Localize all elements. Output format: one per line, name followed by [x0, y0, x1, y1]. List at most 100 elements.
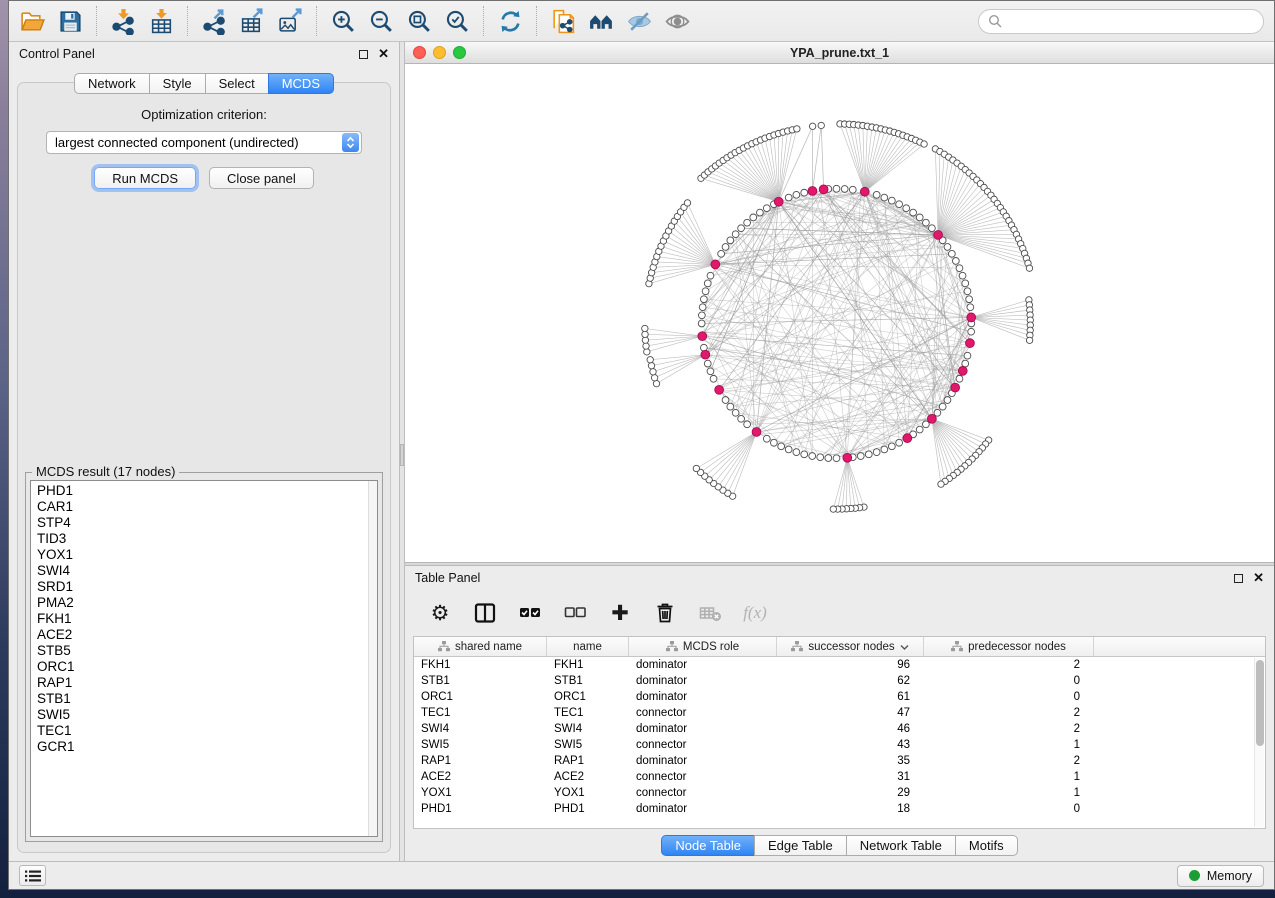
table-cell[interactable]: 18	[777, 801, 924, 817]
table-cell[interactable]: connector	[629, 705, 777, 721]
table-row[interactable]: SWI4SWI4dominator462	[414, 721, 1265, 737]
network-node[interactable]	[653, 380, 659, 386]
mcds-result-item[interactable]: ORC1	[31, 659, 377, 675]
zoom-out-button[interactable]	[362, 3, 400, 39]
table-cell[interactable]: 1	[924, 785, 1094, 801]
mcds-result-item[interactable]: SRD1	[31, 579, 377, 595]
refresh-view-button[interactable]	[491, 3, 529, 39]
table-cell[interactable]: FKH1	[547, 657, 629, 673]
network-node[interactable]	[817, 454, 824, 461]
network-node[interactable]	[962, 280, 969, 287]
table-cell[interactable]: SWI4	[414, 721, 547, 737]
table-row[interactable]: YOX1YOX1connector291	[414, 785, 1265, 801]
table-cell[interactable]: PHD1	[547, 801, 629, 817]
network-node[interactable]	[700, 296, 707, 303]
table-cell[interactable]: 43	[777, 737, 924, 753]
control-panel-float-button[interactable]	[359, 50, 368, 59]
table-settings-button[interactable]: ⚙	[425, 598, 455, 628]
network-node[interactable]	[873, 449, 880, 456]
network-node[interactable]	[642, 331, 648, 337]
tab-style[interactable]: Style	[149, 73, 206, 94]
network-node[interactable]	[1026, 265, 1032, 271]
network-node[interactable]	[910, 209, 917, 216]
network-node[interactable]	[873, 191, 880, 198]
mcds-hub-node[interactable]	[774, 197, 783, 206]
table-panel-close-button[interactable]: ✕	[1253, 573, 1264, 583]
network-node[interactable]	[966, 296, 973, 303]
mcds-hub-node[interactable]	[958, 366, 967, 375]
table-cell[interactable]: 0	[924, 801, 1094, 817]
mcds-list-scrollbar[interactable]	[368, 481, 377, 836]
mcds-result-item[interactable]: CAR1	[31, 499, 377, 515]
network-node[interactable]	[727, 403, 734, 410]
table-cell[interactable]: dominator	[629, 657, 777, 673]
table-row[interactable]: ACE2ACE2connector311	[414, 769, 1265, 785]
network-node[interactable]	[830, 506, 836, 512]
table-cell[interactable]: 1	[924, 737, 1094, 753]
table-cell[interactable]: 31	[777, 769, 924, 785]
network-node[interactable]	[962, 360, 969, 367]
network-node[interactable]	[921, 141, 927, 147]
network-node[interactable]	[793, 449, 800, 456]
table-panel-float-button[interactable]	[1234, 574, 1243, 583]
table-cell[interactable]: ORC1	[547, 689, 629, 705]
table-cell[interactable]: 46	[777, 721, 924, 737]
network-node[interactable]	[763, 435, 770, 442]
column-header-name[interactable]: name	[547, 637, 629, 656]
table-cell[interactable]: RAP1	[414, 753, 547, 769]
network-node[interactable]	[849, 186, 856, 193]
table-cell[interactable]: FKH1	[414, 657, 547, 673]
table-cell[interactable]: 61	[777, 689, 924, 705]
network-node[interactable]	[738, 415, 745, 422]
close-panel-button[interactable]: Close panel	[209, 167, 314, 189]
mcds-hub-node[interactable]	[808, 187, 817, 196]
network-node[interactable]	[651, 375, 657, 381]
network-node[interactable]	[952, 258, 959, 265]
network-node[interactable]	[881, 194, 888, 201]
network-node[interactable]	[944, 397, 951, 404]
network-node[interactable]	[785, 446, 792, 453]
run-mcds-button[interactable]: Run MCDS	[94, 167, 196, 189]
import-network-button[interactable]	[104, 3, 142, 39]
table-cell[interactable]: dominator	[629, 689, 777, 705]
mcds-hub-node[interactable]	[698, 332, 707, 341]
network-node[interactable]	[967, 304, 974, 311]
network-canvas[interactable]	[405, 64, 1274, 562]
table-cell[interactable]: 47	[777, 705, 924, 721]
table-cell[interactable]: YOX1	[414, 785, 547, 801]
table-row[interactable]: SWI5SWI5connector431	[414, 737, 1265, 753]
duplicate-network-button[interactable]	[544, 3, 582, 39]
table-cell[interactable]: dominator	[629, 753, 777, 769]
network-node[interactable]	[698, 312, 705, 319]
table-row[interactable]: TEC1TEC1connector472	[414, 705, 1265, 721]
column-header-predecessor-nodes[interactable]: predecessor nodes	[924, 637, 1094, 656]
network-node[interactable]	[833, 455, 840, 462]
mcds-hub-node[interactable]	[715, 385, 724, 394]
table-cell[interactable]: 62	[777, 673, 924, 689]
hide-unselected-button[interactable]	[620, 3, 658, 39]
network-node[interactable]	[763, 205, 770, 212]
table-cell[interactable]: SWI4	[547, 721, 629, 737]
column-header-shared-name[interactable]: shared name	[414, 637, 547, 656]
mcds-result-item[interactable]: STB1	[31, 691, 377, 707]
table-cell[interactable]: dominator	[629, 673, 777, 689]
mcds-hub-node[interactable]	[966, 339, 975, 348]
network-node[interactable]	[944, 244, 951, 251]
mcds-hub-node[interactable]	[752, 428, 761, 437]
column-header-successor-nodes[interactable]: successor nodes	[777, 637, 924, 656]
table-cell[interactable]: 96	[777, 657, 924, 673]
table-cell[interactable]: 2	[924, 721, 1094, 737]
table-cell[interactable]: YOX1	[547, 785, 629, 801]
network-node[interactable]	[923, 219, 930, 226]
mcds-hub-node[interactable]	[903, 434, 912, 443]
network-node[interactable]	[732, 409, 739, 416]
network-node[interactable]	[732, 231, 739, 238]
network-node[interactable]	[707, 368, 714, 375]
mcds-hub-node[interactable]	[967, 313, 976, 322]
tab-node-table[interactable]: Node Table	[661, 835, 755, 856]
search-input[interactable]	[1002, 14, 1263, 29]
table-cell[interactable]: ORC1	[414, 689, 547, 705]
network-node[interactable]	[896, 439, 903, 446]
tab-motifs[interactable]: Motifs	[955, 835, 1018, 856]
table-scrollbar[interactable]	[1254, 658, 1264, 827]
